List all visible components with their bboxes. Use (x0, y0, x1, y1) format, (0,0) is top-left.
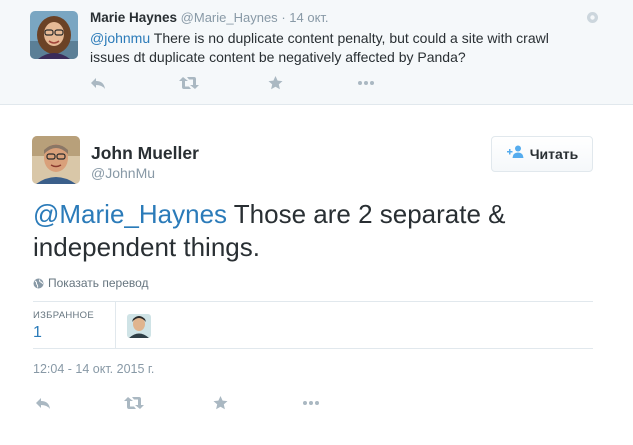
globe-icon (33, 278, 44, 289)
favoriter-avatar[interactable] (127, 314, 151, 338)
tweet-body: There is no duplicate content penalty, b… (90, 30, 549, 65)
avatar[interactable] (30, 11, 78, 59)
translate-label: Показать перевод (48, 276, 149, 290)
author-handle[interactable]: @JohnMu (91, 165, 155, 181)
author-name[interactable]: John Mueller (91, 143, 199, 164)
avatar[interactable] (32, 136, 80, 184)
parent-tweet[interactable]: Marie Haynes @Marie_Haynes · 14 окт. @jo… (0, 0, 633, 105)
favorites-count[interactable]: 1 (33, 324, 42, 342)
translate-link[interactable]: Показать перевод (33, 276, 149, 290)
tweet-text: @Marie_Haynes Those are 2 separate & ind… (33, 198, 593, 264)
follow-button[interactable]: Читать (491, 136, 593, 172)
tweet-actions (90, 76, 446, 90)
tweet-options-icon[interactable] (586, 11, 599, 24)
favorites-label: ИЗБРАННОЕ (33, 310, 94, 321)
separator: · (281, 10, 286, 25)
more-dots-icon[interactable] (302, 396, 319, 410)
tweet-stats: ИЗБРАННОЕ 1 (33, 301, 593, 349)
stats-divider (115, 302, 116, 348)
reply-icon[interactable] (90, 76, 105, 90)
star-icon[interactable] (268, 76, 283, 90)
tweet-actions (35, 396, 391, 410)
retweet-icon[interactable] (179, 76, 199, 90)
mention-link[interactable]: @Marie_Haynes (33, 199, 227, 229)
author-name[interactable]: Marie Haynes (90, 10, 177, 25)
author-handle[interactable]: @Marie_Haynes (181, 10, 278, 25)
mention-link[interactable]: @johnmu (90, 30, 150, 46)
tweet-timestamp[interactable]: 12:04 - 14 окт. 2015 г. (33, 362, 154, 376)
add-user-icon (506, 145, 524, 163)
tweet-date[interactable]: 14 окт. (289, 10, 328, 25)
retweet-icon[interactable] (124, 396, 144, 410)
parent-tweet-header: Marie Haynes @Marie_Haynes · 14 окт. (90, 10, 329, 25)
follow-button-label: Читать (529, 146, 579, 162)
more-dots-icon[interactable] (357, 76, 374, 90)
reply-icon[interactable] (35, 396, 50, 410)
tweet-text: @johnmu There is no duplicate content pe… (90, 29, 580, 66)
star-icon[interactable] (213, 396, 228, 410)
